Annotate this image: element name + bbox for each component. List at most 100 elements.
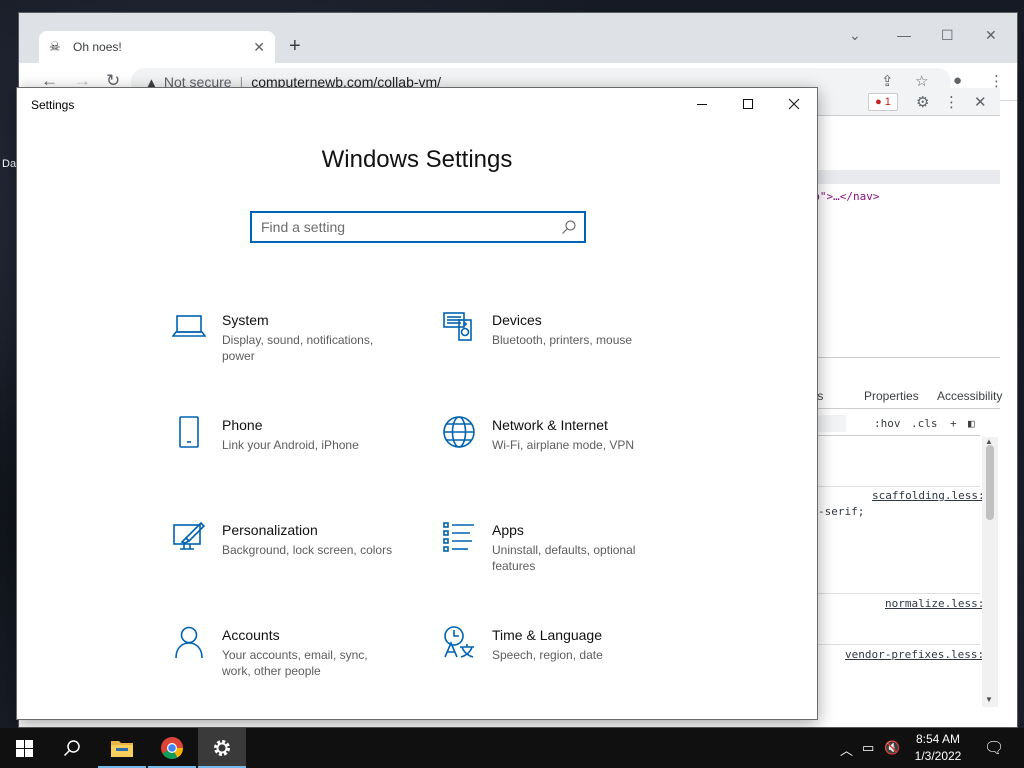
cls-toggle[interactable]: .cls	[911, 417, 938, 430]
tab-accessibility[interactable]: Accessibility	[937, 389, 1002, 403]
close-icon	[788, 98, 800, 110]
personalization-icon	[172, 520, 206, 554]
toggle-sidebar-icon[interactable]: ◧	[968, 417, 975, 430]
tab-search-icon[interactable]: ⌄	[849, 27, 861, 44]
tab-title: Oh noes!	[73, 40, 122, 54]
devtools-close-icon[interactable]: ✕	[974, 93, 987, 111]
favicon-icon: ☠	[49, 39, 61, 54]
minimize-icon	[697, 104, 707, 105]
close-tab-icon[interactable]: ✕	[253, 39, 265, 56]
settings-taskbar-button[interactable]	[198, 728, 246, 768]
desktop-icon-label[interactable]: Da	[2, 158, 16, 170]
settings-titlebar[interactable]: Settings	[17, 88, 817, 120]
category-title: Time & Language	[492, 627, 602, 643]
category-title: Accounts	[222, 627, 280, 643]
category-title: Network & Internet	[492, 417, 608, 433]
search-box[interactable]	[250, 211, 586, 243]
category-desc: Wi-Fi, airplane mode, VPN	[492, 438, 635, 452]
time-language-icon	[442, 625, 476, 659]
profile-icon[interactable]: ●	[953, 72, 962, 89]
category-system[interactable]: System Display, sound, notifications, po…	[171, 310, 412, 380]
taskbar-search-button[interactable]	[48, 728, 96, 768]
devtools-divider	[798, 357, 1000, 358]
start-icon	[15, 739, 33, 757]
category-phone[interactable]: Phone Link your Android, iPhone	[172, 415, 412, 485]
category-personalization[interactable]: Personalization Background, lock screen,…	[172, 520, 412, 590]
category-accounts[interactable]: Accounts Your accounts, email, sync, wor…	[172, 625, 412, 695]
category-apps[interactable]: Apps Uninstall, defaults, optional featu…	[442, 520, 682, 590]
devtools-tabs: oints Properties Accessibility	[798, 385, 1002, 409]
styles-filter-bar: :hov .cls + ◧	[798, 412, 980, 436]
category-title: System	[222, 312, 269, 328]
new-rule-button[interactable]: +	[950, 417, 957, 430]
styles-scrollbar[interactable]: ▲ ▼	[982, 437, 998, 707]
clock-date: 1/3/2022	[914, 749, 962, 763]
maximize-icon	[743, 99, 753, 109]
category-desc: Speech, region, date	[492, 648, 603, 662]
category-desc: Uninstall, defaults, optional features	[492, 543, 636, 573]
devtools-settings-icon[interactable]: ⚙	[916, 93, 929, 111]
tab-properties[interactable]: Properties	[864, 389, 919, 403]
devtools-selected-row	[798, 170, 1000, 184]
network-icon[interactable]: ▭	[862, 740, 874, 756]
chrome-tab[interactable]: ☠ Oh noes! ✕	[39, 31, 275, 63]
category-title: Apps	[492, 522, 524, 538]
category-devices[interactable]: Devices Bluetooth, printers, mouse	[442, 310, 682, 380]
clock-time: 8:54 AM	[915, 732, 961, 746]
window-title: Settings	[31, 98, 75, 112]
scroll-down-icon[interactable]: ▼	[985, 695, 993, 704]
rule-divider	[798, 486, 980, 487]
category-title: Devices	[492, 312, 542, 328]
person-icon	[172, 625, 206, 659]
clock[interactable]: 8:54 AM 1/3/2022	[898, 731, 978, 765]
close-icon[interactable]: ✕	[985, 27, 997, 44]
category-title: Personalization	[222, 522, 318, 538]
search-icon	[63, 740, 80, 757]
chrome-button[interactable]	[148, 728, 196, 768]
maximize-icon[interactable]: ☐	[941, 27, 954, 44]
search-icon[interactable]	[561, 219, 577, 240]
phone-icon	[172, 415, 206, 449]
rule-source-link[interactable]: vendor-prefixes.less:77	[845, 648, 997, 661]
category-desc: Background, lock screen, colors	[222, 543, 393, 557]
file-explorer-button[interactable]	[98, 728, 146, 768]
category-desc: Display, sound, notifications, power	[222, 333, 374, 363]
start-button[interactable]	[0, 728, 48, 768]
category-desc: Your accounts, email, sync, work, other …	[222, 648, 368, 678]
rule-divider	[798, 644, 980, 645]
category-desc: Link your Android, iPhone	[222, 438, 359, 452]
notifications-icon[interactable]: 🗨	[984, 738, 1004, 758]
minimize-icon[interactable]: —	[897, 27, 911, 43]
error-count: 1	[884, 96, 891, 108]
taskbar: ︿ ▭ 🔇 8:54 AM 1/3/2022 🗨	[0, 728, 1024, 768]
devtools-toolbar: ● 1 ⚙ ⋮ ✕	[798, 88, 1000, 116]
hov-toggle[interactable]: :hov	[874, 417, 901, 430]
settings-window: Settings Windows Settings System Display…	[16, 87, 818, 720]
tray-chevron-icon[interactable]: ︿	[840, 740, 853, 759]
category-desc: Bluetooth, printers, mouse	[492, 333, 633, 347]
chrome-tabbar: ☠ Oh noes! ✕ + ⌄ — ☐ ✕	[19, 13, 1017, 63]
category-title: Phone	[222, 417, 263, 433]
rule-source-link[interactable]: scaffolding.less:28	[872, 489, 998, 502]
maximize-button[interactable]	[725, 88, 771, 120]
apps-icon	[442, 520, 476, 554]
rule-divider	[798, 593, 980, 594]
category-network[interactable]: Network & Internet Wi-Fi, airplane mode,…	[442, 415, 682, 485]
rule-snippet: -serif;	[818, 505, 865, 518]
laptop-icon	[171, 310, 207, 344]
settings-gear-icon	[214, 740, 230, 756]
new-tab-button[interactable]: +	[289, 35, 301, 58]
chrome-icon	[161, 737, 183, 759]
devices-icon	[442, 310, 476, 344]
close-button[interactable]	[771, 88, 817, 120]
devtools-menu-icon[interactable]: ⋮	[944, 93, 959, 111]
error-badge[interactable]: ● 1	[868, 93, 898, 111]
globe-icon	[442, 415, 476, 449]
minimize-button[interactable]	[679, 88, 725, 120]
scroll-thumb[interactable]	[986, 445, 994, 520]
category-time-language[interactable]: Time & Language Speech, region, date	[442, 625, 682, 695]
rule-source-link[interactable]: normalize.less:22	[885, 597, 998, 610]
search-input[interactable]	[252, 213, 552, 241]
file-explorer-icon	[111, 741, 133, 757]
page-title: Windows Settings	[321, 146, 513, 173]
